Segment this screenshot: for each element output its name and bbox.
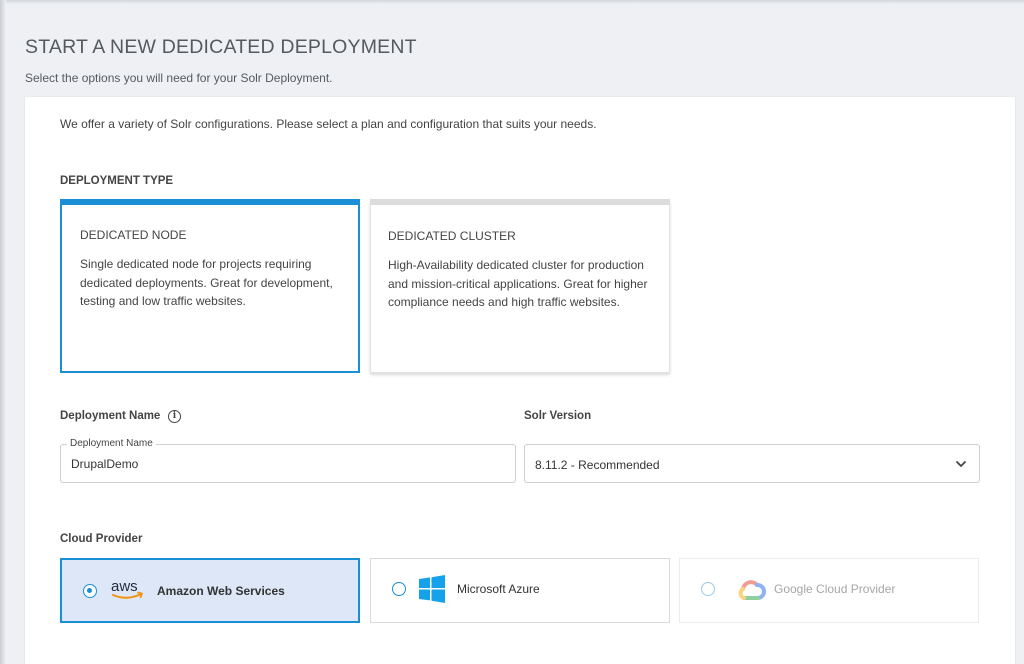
deployment-type-dedicated-cluster[interactable]: DEDICATED CLUSTER High-Availability dedi… (370, 199, 670, 373)
chevron-down-icon (956, 461, 966, 467)
deployment-name-input[interactable] (71, 455, 501, 473)
deployment-type-description: High-Availability dedicated cluster for … (388, 258, 648, 309)
page-subtitle: Select the options you will need for you… (25, 71, 333, 85)
google-cloud-logo-icon (738, 580, 766, 600)
provider-option-azure[interactable]: Microsoft Azure (370, 558, 670, 623)
info-icon[interactable]: i (168, 410, 181, 423)
solr-version-value: 8.11.2 - Recommended (535, 458, 660, 472)
deployment-type-label: DEPLOYMENT TYPE (60, 175, 174, 187)
left-shadow (0, 0, 6, 664)
provider-radio-aws[interactable] (83, 584, 97, 598)
deployment-name-float-label: Deployment Name (67, 438, 156, 449)
deployment-form-card: We offer a variety of Solr configuration… (25, 97, 1015, 664)
deployment-type-description: Single dedicated node for projects requi… (80, 257, 333, 308)
provider-label: Google Cloud Provider (774, 582, 896, 596)
provider-label: Amazon Web Services (157, 584, 285, 598)
deployment-name-label: Deployment Name (60, 410, 161, 422)
windows-logo-icon (419, 575, 445, 603)
aws-logo-icon: aws (111, 578, 143, 599)
cloud-provider-label: Cloud Provider (60, 533, 143, 545)
top-shadow (0, 0, 1024, 4)
solr-version-select[interactable]: 8.11.2 - Recommended (524, 444, 980, 483)
deployment-name-field: Deployment Name (60, 438, 516, 483)
provider-radio-google-cloud[interactable] (701, 582, 715, 596)
deployment-type-dedicated-node[interactable]: DEDICATED NODE Single dedicated node for… (60, 199, 360, 373)
provider-label: Microsoft Azure (457, 582, 540, 596)
page-title: START A NEW DEDICATED DEPLOYMENT (25, 36, 417, 58)
provider-radio-azure[interactable] (392, 582, 406, 596)
svg-text:aws: aws (111, 578, 138, 595)
solr-version-label: Solr Version (524, 410, 592, 422)
provider-option-google-cloud[interactable]: Google Cloud Provider (679, 558, 979, 623)
intro-text: We offer a variety of Solr configuration… (60, 117, 597, 131)
deployment-type-title: DEDICATED CLUSTER (388, 229, 516, 243)
deployment-type-title: DEDICATED NODE (80, 228, 187, 242)
provider-option-aws[interactable]: aws Amazon Web Services (60, 558, 360, 623)
